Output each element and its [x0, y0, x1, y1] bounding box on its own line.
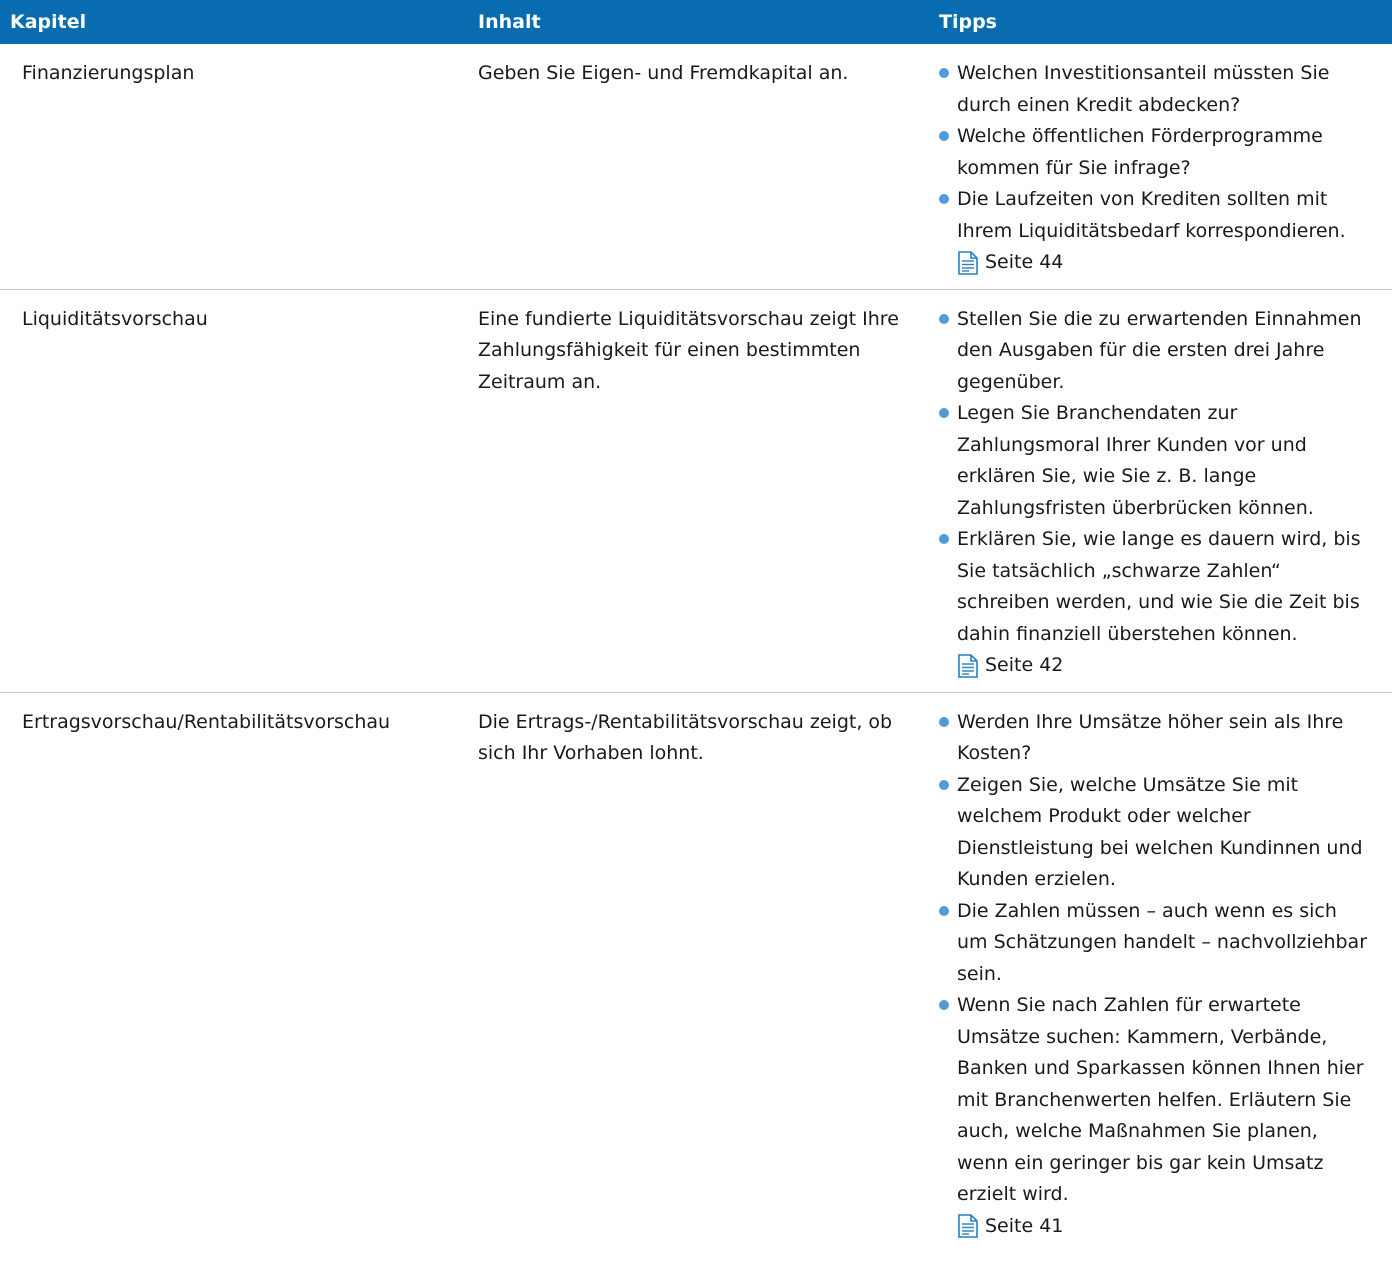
- header-inhalt: Inhalt: [478, 11, 541, 33]
- bullet-icon: [939, 779, 949, 790]
- table-row: Finanzierungsplan Geben Sie Eigen- und F…: [0, 44, 1392, 290]
- list-item: Erklären Sie, wie lange es dauern wird, …: [939, 524, 1368, 650]
- list-item: Legen Sie Branchendaten zur Zahlungsmora…: [939, 398, 1368, 524]
- tipps-cell: Stellen Sie die zu erwartenden Einnahmen…: [929, 290, 1392, 692]
- tip-text: Die Zahlen müssen – auch wenn es sich um…: [957, 899, 1368, 985]
- page-reference[interactable]: Seite 42: [939, 650, 1368, 682]
- kapitel-cell: Ertragsvorschau/Rentabilitätsvorschau: [22, 710, 391, 733]
- bullet-icon: [939, 408, 949, 418]
- inhalt-cell: Die Ertrags-/Rentabilitätsvorschau zeigt…: [478, 710, 893, 765]
- list-item: Die Zahlen müssen – auch wenn es sich um…: [939, 896, 1368, 991]
- tip-text: Wenn Sie nach Zahlen für erwartete Umsät…: [957, 994, 1364, 1205]
- table-row: Ertragsvorschau/Rentabilitätsvorschau Di…: [0, 693, 1392, 1253]
- page-ref-text: Seite 42: [985, 654, 1064, 676]
- document-icon: [958, 250, 978, 275]
- tip-text: Welche öffentlichen Förderprogramme komm…: [957, 125, 1323, 179]
- list-item: Wenn Sie nach Zahlen für erwartete Umsät…: [939, 990, 1368, 1211]
- tip-text: Werden Ihre Umsätze höher sein als Ihre …: [957, 710, 1344, 765]
- table-header: Kapitel Inhalt Tipps: [0, 0, 1392, 44]
- tip-text: Welchen Investitionsanteil müssten Sie d…: [957, 62, 1330, 116]
- list-item: Welchen Investitionsanteil müssten Sie d…: [939, 58, 1368, 121]
- document-icon: [958, 1214, 978, 1239]
- business-plan-table: Kapitel Inhalt Tipps Finanzierungsplan G…: [0, 0, 1392, 1252]
- kapitel-cell: Finanzierungsplan: [22, 62, 195, 84]
- tip-text: Die Laufzeiten von Krediten sollten mit …: [957, 188, 1346, 242]
- tipps-cell: Werden Ihre Umsätze höher sein als Ihre …: [929, 693, 1392, 1253]
- page-reference[interactable]: Seite 41: [939, 1211, 1368, 1243]
- tips-list: Welchen Investitionsanteil müssten Sie d…: [939, 58, 1368, 247]
- page-ref-text: Seite 44: [985, 251, 1064, 273]
- header-tipps: Tipps: [939, 11, 997, 33]
- tip-text: Stellen Sie die zu erwartenden Einnahmen…: [957, 307, 1362, 393]
- kapitel-cell: Liquiditätsvorschau: [22, 307, 208, 330]
- list-item: Die Laufzeiten von Krediten sollten mit …: [939, 184, 1368, 247]
- inhalt-cell: Eine fundierte Liquiditätsvorschau zeigt…: [478, 307, 899, 393]
- tip-text: Legen Sie Branchendaten zur Zahlungsmora…: [957, 402, 1314, 519]
- tipps-cell: Welchen Investitionsanteil müssten Sie d…: [929, 44, 1392, 289]
- bullet-icon: [939, 716, 949, 727]
- bullet-icon: [939, 534, 949, 544]
- bullet-icon: [939, 194, 949, 204]
- bullet-icon: [939, 1000, 949, 1010]
- list-item: Werden Ihre Umsätze höher sein als Ihre …: [939, 707, 1368, 770]
- bullet-icon: [939, 131, 949, 141]
- bullet-icon: [939, 68, 949, 78]
- tip-text: Zeigen Sie, welche Umsätze Sie mit welch…: [957, 773, 1363, 891]
- list-item: Stellen Sie die zu erwartenden Einnahmen…: [939, 304, 1368, 399]
- list-item: Welche öffentlichen Förderprogramme komm…: [939, 121, 1368, 184]
- header-kapitel: Kapitel: [10, 11, 87, 33]
- inhalt-cell: Geben Sie Eigen- und Fremdkapital an.: [478, 62, 849, 84]
- tip-text: Erklären Sie, wie lange es dauern wird, …: [957, 528, 1361, 645]
- tips-list: Stellen Sie die zu erwartenden Einnahmen…: [939, 304, 1368, 651]
- table-row: Liquiditätsvorschau Eine fundierte Liqui…: [0, 290, 1392, 693]
- page-ref-text: Seite 41: [985, 1214, 1064, 1237]
- bullet-icon: [939, 905, 949, 916]
- bullet-icon: [939, 313, 949, 324]
- tips-list: Werden Ihre Umsätze höher sein als Ihre …: [939, 707, 1368, 1211]
- list-item: Zeigen Sie, welche Umsätze Sie mit welch…: [939, 770, 1368, 896]
- document-icon: [958, 653, 978, 678]
- page-reference[interactable]: Seite 44: [939, 247, 1368, 279]
